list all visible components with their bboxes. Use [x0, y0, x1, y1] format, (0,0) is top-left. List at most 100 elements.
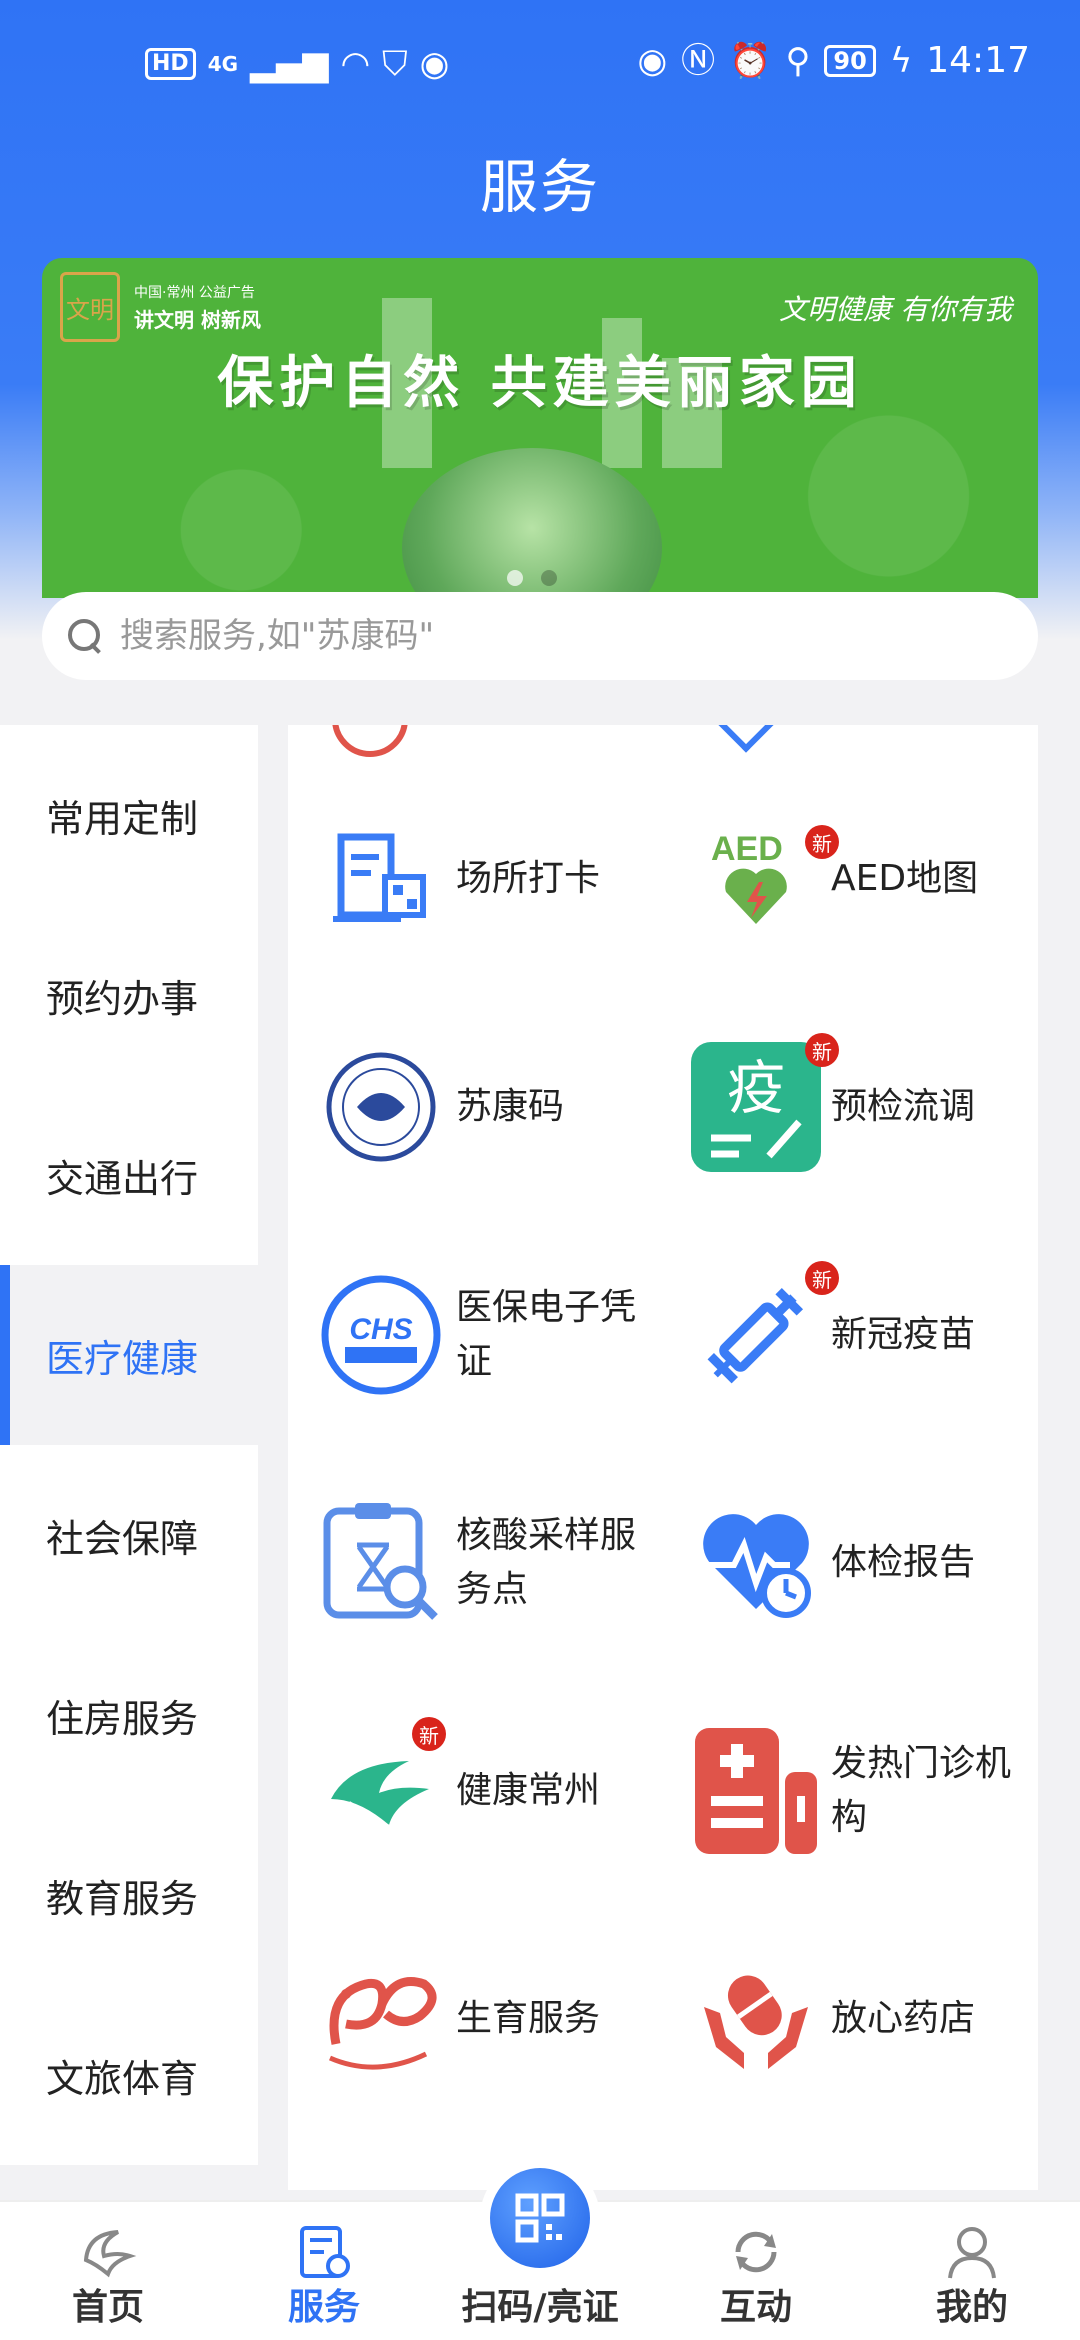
service-label: 生育服务 [456, 1998, 601, 2039]
signal-icon: ▂▄▆ [250, 44, 329, 84]
tab-service[interactable]: 服务 [216, 2202, 432, 2340]
service-panel: 场所打卡 AED 新 AED地图 苏康码 疫 新 预检流调 CHS 医保电子凭证… [288, 725, 1038, 2190]
epidemic-precheck-icon: 疫 [691, 1042, 821, 1172]
banner-subtitle: 中国·常州 公益广告 [134, 285, 255, 301]
sidebar-item-healthcare[interactable]: 医疗健康 [0, 1265, 258, 1445]
battery-indicator: 90 [824, 44, 876, 77]
banner-subtitle-2: 讲文明 树新风 [134, 308, 261, 332]
sidebar-item-education[interactable]: 教育服务 [0, 1805, 258, 1985]
banner-logo: 文明 [60, 272, 120, 342]
tab-label: 扫码/亮证 [461, 2287, 619, 2328]
service-label: 健康常州 [456, 1770, 601, 1811]
aed-map-icon: AED [691, 814, 821, 944]
service-venue-checkin[interactable]: 场所打卡 [288, 765, 663, 993]
sidebar-item-label: 预约办事 [46, 976, 199, 1021]
service-icon [300, 2226, 350, 2278]
sidebar-item-common[interactable]: 常用定制 [0, 725, 258, 905]
service-pharmacy[interactable]: 放心药店 [663, 1905, 1038, 2133]
category-sidebar: 常用定制 预约办事 交通出行 医疗健康 社会保障 住房服务 教育服务 文旅体育 [0, 725, 258, 2190]
sidebar-item-culture-sports[interactable]: 文旅体育 [0, 1985, 258, 2165]
service-label: 预检流调 [831, 1086, 976, 1127]
nfc-icon: Ⓝ [681, 40, 716, 81]
medical-insurance-icon: CHS [316, 1270, 446, 1400]
shield-icon: ⛉ [382, 44, 408, 84]
service-fertility[interactable]: 生育服务 [288, 1905, 663, 2133]
service-sukang-code[interactable]: 苏康码 [288, 993, 663, 1221]
eye-icon: ◉ [637, 40, 668, 81]
scan-qr-button[interactable] [490, 2168, 590, 2268]
search-bar[interactable] [42, 592, 1038, 680]
svg-text:疫: 疫 [727, 1054, 785, 1122]
service-health-report[interactable]: 体检报告 [663, 1449, 1038, 1677]
venue-checkin-icon [316, 814, 446, 944]
tab-label: 我的 [935, 2287, 1008, 2328]
hd-indicator: HD [145, 48, 196, 80]
sidebar-item-label: 社会保障 [46, 1516, 199, 1561]
sidebar-item-social-security[interactable]: 社会保障 [0, 1445, 258, 1625]
partial-service-icon [332, 725, 408, 757]
vaccine-syringe-icon [691, 1270, 821, 1400]
sidebar-item-appointment[interactable]: 预约办事 [0, 905, 258, 1085]
network-type: 4G [207, 52, 239, 76]
alarm-icon: ⏰ [729, 40, 772, 81]
wifi-icon: ◠ [340, 44, 371, 84]
sidebar-item-label: 医疗健康 [46, 1336, 199, 1381]
new-badge: 新 [412, 1717, 446, 1751]
service-aed-map[interactable]: AED 新 AED地图 [663, 765, 1038, 993]
nucleic-test-icon [316, 1498, 446, 1628]
service-label: 放心药店 [831, 1998, 976, 2039]
tab-label: 首页 [71, 2287, 144, 2328]
sidebar-item-transport[interactable]: 交通出行 [0, 1085, 258, 1265]
carousel-dot[interactable] [507, 570, 523, 586]
tab-interact[interactable]: 互动 [648, 2202, 864, 2340]
svg-text:AED: AED [711, 830, 783, 868]
fever-clinic-icon [691, 1726, 821, 1856]
scan-qr-icon [515, 2193, 565, 2243]
carousel-dot[interactable] [541, 570, 557, 586]
carousel-dots [507, 570, 557, 586]
service-fever-clinic[interactable]: 发热门诊机构 [663, 1677, 1038, 1905]
sidebar-item-label: 常用定制 [46, 796, 199, 841]
service-epidemic-precheck[interactable]: 疫 新 预检流调 [663, 993, 1038, 1221]
location-icon: ⚲ [785, 40, 811, 81]
service-label: 核酸采样服务点 [456, 1515, 637, 1610]
service-nucleic-test[interactable]: 核酸采样服务点 [288, 1449, 663, 1677]
pharmacy-icon [691, 1954, 821, 2084]
service-label: 发热门诊机构 [831, 1743, 1012, 1838]
service-medical-insurance[interactable]: CHS 医保电子凭证 [288, 1221, 663, 1449]
wechat-icon: ◉ [419, 44, 450, 84]
svg-text:CHS: CHS [349, 1313, 412, 1346]
service-label: 苏康码 [456, 1086, 565, 1127]
search-input[interactable] [120, 616, 1000, 656]
status-left: HD 4G ▂▄▆ ◠ ⛉ ◉ [145, 44, 449, 84]
status-right: ◉ Ⓝ ⏰ ⚲ 90 ϟ 14:17 [637, 40, 1030, 81]
banner-slogan: 文明健康 有你有我 [779, 293, 1012, 326]
clock: 14:17 [926, 40, 1030, 81]
new-badge: 新 [805, 1033, 839, 1067]
service-label: 场所打卡 [456, 858, 601, 899]
tab-profile[interactable]: 我的 [864, 2202, 1080, 2340]
tab-home[interactable]: 首页 [0, 2202, 216, 2340]
fertility-service-icon [316, 1954, 446, 2084]
service-vaccine[interactable]: 新 新冠疫苗 [663, 1221, 1038, 1449]
status-bar: HD 4G ▂▄▆ ◠ ⛉ ◉ ◉ Ⓝ ⏰ ⚲ 90 ϟ 14:17 [0, 0, 1080, 130]
service-healthy-changzhou[interactable]: 新 健康常州 [288, 1677, 663, 1905]
new-badge: 新 [805, 1261, 839, 1295]
sidebar-item-label: 文旅体育 [46, 2056, 199, 2101]
sukang-code-icon [316, 1042, 446, 1172]
service-label: 医保电子凭证 [456, 1287, 637, 1382]
tab-label: 服务 [287, 2287, 360, 2328]
service-label: 新冠疫苗 [831, 1314, 976, 1355]
sidebar-item-label: 住房服务 [46, 1696, 199, 1741]
search-icon [68, 619, 102, 653]
tab-label: 互动 [719, 2287, 792, 2328]
sidebar-item-label: 交通出行 [46, 1156, 199, 1201]
profile-icon [948, 2227, 996, 2279]
sidebar-item-housing[interactable]: 住房服务 [0, 1625, 258, 1805]
charging-icon: ϟ [889, 40, 913, 81]
service-label: AED地图 [831, 858, 979, 899]
page-title: 服务 [479, 153, 600, 221]
promo-banner[interactable]: 文明 中国·常州 公益广告 讲文明 树新风 文明健康 有你有我 保护自然 共建美… [42, 258, 1038, 598]
partial-service-icon [706, 725, 786, 753]
interact-icon [735, 2231, 777, 2273]
